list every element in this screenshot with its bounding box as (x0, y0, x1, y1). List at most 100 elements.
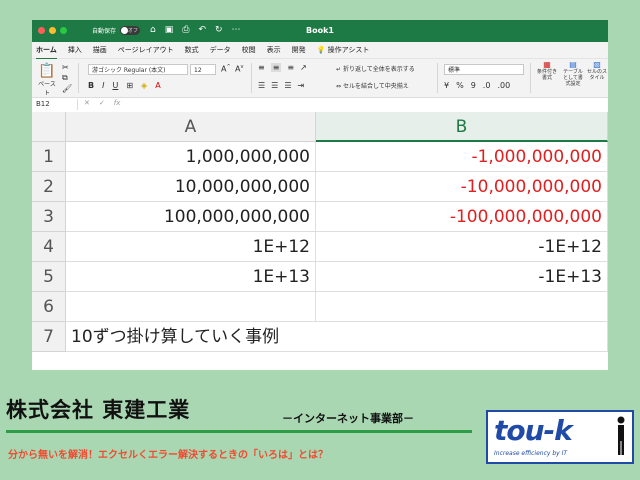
number-format-select[interactable]: 標準 (444, 64, 524, 75)
row-header[interactable]: 4 (32, 232, 66, 262)
row-header[interactable]: 2 (32, 172, 66, 202)
logo-subtext: Increase efficiency by IT (494, 450, 568, 457)
merge-icon: ⇔ (336, 83, 343, 90)
decimal-decrease-icon[interactable]: .00 (497, 81, 510, 90)
tab-0[interactable]: ホーム (36, 43, 57, 60)
underline-icon[interactable]: U (112, 81, 118, 90)
format-as-table-button[interactable]: ▤ テーブルとして書式設定 (561, 60, 585, 88)
cell-b[interactable]: -10,000,000,000 (316, 172, 608, 202)
cell-b[interactable]: -1,000,000,000 (316, 142, 608, 172)
cell-a[interactable]: 10ずつ掛け算していく事例 (66, 322, 316, 352)
formula-bar: B12 ✕ ✓ fx (32, 98, 608, 113)
cell-b[interactable]: -100,000,000,000 (316, 202, 608, 232)
tab-5[interactable]: データ (210, 43, 231, 57)
lightbulb-icon: 💡 (316, 46, 326, 54)
tell-me-search[interactable]: 💡 操作アシスト (317, 43, 370, 57)
name-box[interactable]: B12 (34, 99, 78, 110)
font-color-icon[interactable]: A (155, 81, 160, 90)
fx-icon[interactable]: fx (114, 99, 121, 107)
currency-icon[interactable]: ¥ (444, 81, 449, 90)
row-header[interactable]: 1 (32, 142, 66, 172)
align-middle-icon[interactable]: ≡ (270, 63, 282, 72)
font-size-select[interactable]: 12 (190, 64, 216, 75)
row-header[interactable]: 5 (32, 262, 66, 292)
logo-wordmark: tou-k (494, 414, 573, 447)
wrap-text-button[interactable]: ↵ 折り返して全体を表示する (336, 64, 415, 73)
table-row: 4 1E+12 -1E+12 (32, 232, 608, 262)
paste-label: ペースト (38, 81, 56, 97)
italic-icon[interactable]: I (102, 81, 104, 90)
row-header[interactable]: 3 (32, 202, 66, 232)
cell-a[interactable] (66, 292, 316, 322)
indent-icon[interactable]: ⇥ (298, 81, 305, 90)
cell-a[interactable]: 1,000,000,000 (66, 142, 316, 172)
person-icon (617, 416, 625, 455)
bold-icon[interactable]: B (88, 81, 94, 90)
tab-4[interactable]: 数式 (185, 43, 199, 57)
confirm-icon[interactable]: ✓ (99, 99, 105, 107)
orientation-icon[interactable]: ↗ (300, 63, 307, 72)
align-top-icon[interactable]: ≡ (258, 63, 265, 72)
align-right-icon[interactable]: ☰ (284, 81, 291, 90)
decrease-font-icon[interactable]: Av (235, 64, 243, 74)
company-name: 株式会社 東建工業 (6, 397, 191, 422)
merge-center-label: セルを結合して中央揃え (342, 83, 409, 90)
excel-window: 自動保存 オフ ⌂ ▣ ⎙ ↶ ↻ ⋯ Book1 ホーム 挿入 描画 ページレイアウ… (32, 20, 608, 370)
tab-6[interactable]: 校閲 (242, 43, 256, 57)
cut-icon[interactable]: ✂ (62, 63, 72, 72)
row-header[interactable]: 7 (32, 322, 66, 352)
cell-a[interactable]: 100,000,000,000 (66, 202, 316, 232)
table-row: 2 10,000,000,000 -10,000,000,000 (32, 172, 608, 202)
tab-1[interactable]: 挿入 (68, 43, 82, 57)
paste-button[interactable]: 📋 ペースト (36, 63, 58, 97)
cancel-icon[interactable]: ✕ (84, 99, 90, 107)
tab-7[interactable]: 表示 (267, 43, 281, 57)
department-name: －インターネット事業部－ (282, 412, 414, 425)
font-name-select[interactable]: 游ゴシック Regular (本文) (88, 64, 188, 75)
tab-2[interactable]: 描画 (93, 43, 107, 57)
format-painter-icon[interactable]: 🖌 (62, 84, 72, 93)
tab-3[interactable]: ページレイアウト (118, 43, 174, 57)
cell-b[interactable]: -1E+13 (316, 262, 608, 292)
site-banner: 株式会社 東建工業 －インターネット事業部－ 分から無いを解消！エクセルくエラー… (0, 392, 640, 480)
table-icon: ▤ (569, 60, 577, 69)
banner-tagline: 分から無いを解消！エクセルくエラー解決するときの「いろは」とは？ (8, 450, 328, 461)
cell-b[interactable] (316, 322, 608, 352)
workbook-title: Book1 (306, 26, 334, 35)
format-as-table-label: テーブルとして書式設定 (563, 69, 583, 87)
wrap-icon: ↵ (336, 66, 343, 73)
comma-icon[interactable]: 9 (471, 81, 476, 90)
increase-font-icon[interactable]: A^ (221, 64, 231, 74)
select-all-corner[interactable] (32, 112, 66, 142)
conditional-formatting-button[interactable]: ▦ 条件付き書式 (535, 60, 559, 82)
title-bar: 自動保存 オフ ⌂ ▣ ⎙ ↶ ↻ ⋯ Book1 (32, 20, 608, 42)
column-header-a[interactable]: A (66, 112, 316, 142)
cell-b[interactable] (316, 292, 608, 322)
cell-a[interactable]: 1E+13 (66, 262, 316, 292)
cell-a[interactable]: 10,000,000,000 (66, 172, 316, 202)
clipboard-icon: 📋 (38, 63, 56, 79)
table-row: 7 10ずつ掛け算していく事例 (32, 322, 608, 352)
tell-me-label: 操作アシスト (327, 46, 370, 54)
cell-styles-icon: ▧ (593, 60, 601, 69)
tab-8[interactable]: 開発 (292, 43, 306, 57)
formula-input[interactable] (142, 99, 604, 110)
copy-icon[interactable]: ⧉ (62, 73, 72, 83)
fill-color-icon[interactable]: ◈ (141, 81, 147, 90)
border-icon[interactable]: ⊞ (126, 81, 133, 90)
conditional-formatting-icon: ▦ (543, 60, 551, 69)
banner-divider (6, 430, 472, 433)
align-left-icon[interactable]: ☰ (258, 81, 265, 90)
align-bottom-icon[interactable]: ≡ (287, 63, 294, 72)
merge-center-button[interactable]: ⇔ セルを結合して中央揃え (336, 81, 409, 90)
cell-a[interactable]: 1E+12 (66, 232, 316, 262)
row-header[interactable]: 6 (32, 292, 66, 322)
column-header-b[interactable]: B (316, 112, 608, 142)
cell-styles-button[interactable]: ▧ セルのスタイル (587, 60, 607, 82)
decimal-increase-icon[interactable]: .0 (483, 81, 491, 90)
conditional-formatting-label: 条件付き書式 (536, 69, 557, 81)
table-row: 1 1,000,000,000 -1,000,000,000 (32, 142, 608, 172)
percent-icon[interactable]: % (456, 81, 464, 90)
align-center-icon[interactable]: ☰ (271, 81, 278, 90)
cell-b[interactable]: -1E+12 (316, 232, 608, 262)
